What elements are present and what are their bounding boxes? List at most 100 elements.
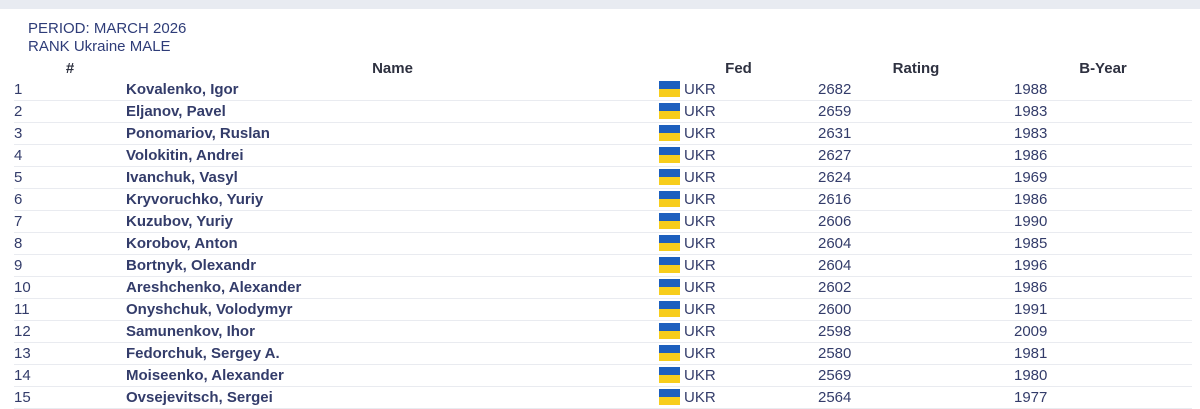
federation-cell: UKR xyxy=(659,298,818,321)
rating-cell: 2602 xyxy=(818,276,1014,299)
rank-cell: 5 xyxy=(14,166,126,189)
ukraine-flag-icon xyxy=(659,103,680,119)
player-name-link[interactable]: Korobov, Anton xyxy=(126,232,659,255)
federation-code: UKR xyxy=(684,367,716,384)
player-name-link[interactable]: Onyshchuk, Volodymyr xyxy=(126,298,659,321)
rating-cell: 2627 xyxy=(818,144,1014,167)
federation-code: UKR xyxy=(684,257,716,274)
rank-cell: 6 xyxy=(14,188,126,211)
rating-cell: 2598 xyxy=(818,320,1014,343)
rank-cell: 13 xyxy=(14,342,126,365)
player-name-link[interactable]: Ivanchuk, Vasyl xyxy=(126,166,659,189)
table-row[interactable]: 10 Areshchenko, Alexander UKR 2602 1986 xyxy=(14,276,1192,299)
ukraine-flag-icon xyxy=(659,169,680,185)
rank-cell: 7 xyxy=(14,210,126,233)
table-row[interactable]: 7 Kuzubov, Yuriy UKR 2606 1990 xyxy=(14,210,1192,233)
table-row[interactable]: 3 Ponomariov, Ruslan UKR 2631 1983 xyxy=(14,122,1192,145)
ukraine-flag-icon xyxy=(659,213,680,229)
column-header-byear[interactable]: B-Year xyxy=(1014,57,1192,79)
ukraine-flag-icon xyxy=(659,279,680,295)
ukraine-flag-icon xyxy=(659,345,680,361)
column-header-rank[interactable]: # xyxy=(14,57,126,79)
table-row[interactable]: 2 Eljanov, Pavel UKR 2659 1983 xyxy=(14,100,1192,123)
birth-year-cell: 1969 xyxy=(1014,166,1192,189)
birth-year-cell: 1986 xyxy=(1014,188,1192,211)
federation-cell: UKR xyxy=(659,276,818,299)
table-row[interactable]: 1 Kovalenko, Igor UKR 2682 1988 xyxy=(14,79,1192,101)
player-name-link[interactable]: Kovalenko, Igor xyxy=(126,79,659,101)
federation-cell: UKR xyxy=(659,386,818,409)
table-row[interactable]: 15 Ovsejevitsch, Sergei UKR 2564 1977 xyxy=(14,386,1192,409)
table-row[interactable]: 4 Volokitin, Andrei UKR 2627 1986 xyxy=(14,144,1192,167)
player-name-link[interactable]: Kryvoruchko, Yuriy xyxy=(126,188,659,211)
federation-cell: UKR xyxy=(659,342,818,365)
player-name-link[interactable]: Ponomariov, Ruslan xyxy=(126,122,659,145)
player-name-link[interactable]: Kuzubov, Yuriy xyxy=(126,210,659,233)
table-row[interactable]: 8 Korobov, Anton UKR 2604 1985 xyxy=(14,232,1192,255)
player-name-link[interactable]: Ovsejevitsch, Sergei xyxy=(126,386,659,409)
federation-cell: UKR xyxy=(659,100,818,123)
federation-cell: UKR xyxy=(659,79,818,101)
federation-cell: UKR xyxy=(659,122,818,145)
player-name-link[interactable]: Samunenkov, Ihor xyxy=(126,320,659,343)
federation-code: UKR xyxy=(684,125,716,142)
federation-code: UKR xyxy=(684,345,716,362)
rank-cell: 11 xyxy=(14,298,126,321)
federation-code: UKR xyxy=(684,301,716,318)
ukraine-flag-icon xyxy=(659,191,680,207)
player-name-link[interactable]: Volokitin, Andrei xyxy=(126,144,659,167)
rank-cell: 12 xyxy=(14,320,126,343)
federation-cell: UKR xyxy=(659,364,818,387)
player-name-link[interactable]: Fedorchuk, Sergey A. xyxy=(126,342,659,365)
table-row[interactable]: 12 Samunenkov, Ihor UKR 2598 2009 xyxy=(14,320,1192,343)
rating-cell: 2659 xyxy=(818,100,1014,123)
rank-cell: 3 xyxy=(14,122,126,145)
federation-code: UKR xyxy=(684,103,716,120)
rank-cell: 14 xyxy=(14,364,126,387)
federation-code: UKR xyxy=(684,323,716,340)
ukraine-flag-icon xyxy=(659,323,680,339)
period-label: PERIOD: MARCH 2026 xyxy=(28,20,187,37)
federation-code: UKR xyxy=(684,169,716,186)
column-header-name[interactable]: Name xyxy=(126,57,659,79)
ukraine-flag-icon xyxy=(659,235,680,251)
rank-cell: 9 xyxy=(14,254,126,277)
rating-cell: 2604 xyxy=(818,254,1014,277)
federation-code: UKR xyxy=(684,279,716,296)
ranking-header: PERIOD: MARCH 2026 RANK Ukraine MALE xyxy=(28,20,186,56)
federation-code: UKR xyxy=(684,191,716,208)
rating-cell: 2600 xyxy=(818,298,1014,321)
ukraine-flag-icon xyxy=(659,389,680,405)
ranking-rows: 1 Kovalenko, Igor UKR 2682 1988 2 Eljanov, Pav… xyxy=(14,79,1192,409)
birth-year-cell: 1980 xyxy=(1014,364,1192,387)
table-row[interactable]: 14 Moiseenko, Alexander UKR 2569 1980 xyxy=(14,364,1192,387)
birth-year-cell: 1986 xyxy=(1014,144,1192,167)
birth-year-cell: 1985 xyxy=(1014,232,1192,255)
table-row[interactable]: 5 Ivanchuk, Vasyl UKR 2624 1969 xyxy=(14,166,1192,189)
table-row[interactable]: 6 Kryvoruchko, Yuriy UKR 2616 1986 xyxy=(14,188,1192,211)
column-header-fed[interactable]: Fed xyxy=(659,57,818,79)
player-name-link[interactable]: Areshchenko, Alexander xyxy=(126,276,659,299)
player-name-link[interactable]: Eljanov, Pavel xyxy=(126,100,659,123)
ukraine-flag-icon xyxy=(659,125,680,141)
rating-cell: 2569 xyxy=(818,364,1014,387)
federation-code: UKR xyxy=(684,389,716,406)
table-row[interactable]: 9 Bortnyk, Olexandr UKR 2604 1996 xyxy=(14,254,1192,277)
player-name-link[interactable]: Bortnyk, Olexandr xyxy=(126,254,659,277)
federation-cell: UKR xyxy=(659,144,818,167)
rank-cell: 2 xyxy=(14,100,126,123)
birth-year-cell: 1983 xyxy=(1014,100,1192,123)
rating-cell: 2604 xyxy=(818,232,1014,255)
ranking-table: # Name Fed Rating B-Year 1 Kovalenko, Igo… xyxy=(14,57,1192,409)
table-row[interactable]: 13 Fedorchuk, Sergey A. UKR 2580 1981 xyxy=(14,342,1192,365)
rating-cell: 2616 xyxy=(818,188,1014,211)
birth-year-cell: 1988 xyxy=(1014,79,1192,101)
federation-cell: UKR xyxy=(659,320,818,343)
column-header-rating[interactable]: Rating xyxy=(818,57,1014,79)
rank-label: RANK Ukraine MALE xyxy=(28,38,171,55)
rank-cell: 4 xyxy=(14,144,126,167)
player-name-link[interactable]: Moiseenko, Alexander xyxy=(126,364,659,387)
birth-year-cell: 1981 xyxy=(1014,342,1192,365)
table-row[interactable]: 11 Onyshchuk, Volodymyr UKR 2600 1991 xyxy=(14,298,1192,321)
rating-cell: 2606 xyxy=(818,210,1014,233)
